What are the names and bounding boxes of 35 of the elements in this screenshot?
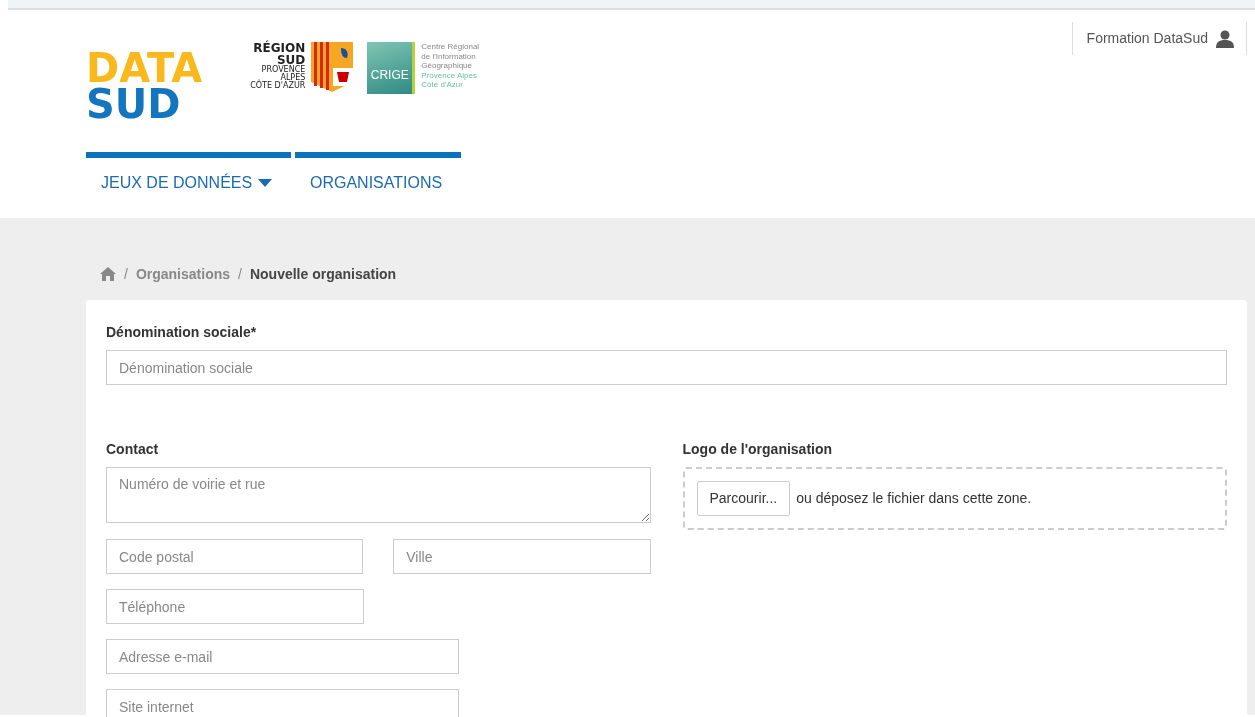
text-area[interactable]: Numéro de voirie et rue	[106, 467, 651, 523]
logo-text: Géographique	[421, 61, 473, 71]
logo-text: SUD	[86, 86, 181, 122]
user-icon	[1216, 29, 1234, 48]
logo-text: Centre Régional	[421, 42, 480, 52]
logo-text: Côte d'Azur	[421, 80, 464, 90]
input-field[interactable]: Adresse e-mail	[106, 639, 459, 674]
logo-text: PROVENCE	[260, 66, 306, 74]
logo-text: RÉGION	[252, 42, 306, 54]
logo-text: DATA	[86, 50, 203, 86]
input-field[interactable]: Téléphone	[106, 589, 364, 624]
home-icon[interactable]	[100, 267, 116, 281]
logo-text: ALPES	[280, 74, 306, 82]
input-field[interactable]: Site internet	[106, 689, 459, 717]
nav-link[interactable]: ORGANISATIONS	[295, 152, 461, 195]
breadcrumb-separator: /	[124, 264, 128, 284]
logo-text: SUD	[276, 54, 306, 66]
user-menu[interactable]: Formation DataSud	[1071, 22, 1247, 55]
logo-text: Provence Alpes	[421, 70, 478, 80]
browse-button[interactable]: Parcourir...	[696, 481, 791, 516]
logo-mark: CRIGE	[367, 42, 416, 94]
user-name: Formation DataSud	[1086, 29, 1208, 48]
drop-zone[interactable]: Parcourir... ou déposez le fichier dans cette zone.	[682, 467, 1227, 530]
nav-link[interactable]: JEUX DE DONNÉES	[86, 152, 291, 195]
breadcrumb-separator: /	[238, 264, 242, 284]
input-field[interactable]: Code postal	[106, 539, 364, 574]
logo-text: de l'Information	[421, 51, 477, 61]
input-field[interactable]: Ville	[393, 539, 651, 574]
breadcrumb-current: Nouvelle organisation	[249, 264, 397, 284]
field-label: Contact	[106, 440, 160, 459]
input-field[interactable]: Dénomination sociale	[106, 350, 1227, 385]
field-label: Dénomination sociale*	[106, 323, 258, 342]
coat-of-arms-icon	[311, 42, 354, 92]
field-label: Logo de l'organisation	[682, 440, 834, 459]
drop-hint: ou déposez le fichier dans cette zone.	[796, 489, 1032, 508]
